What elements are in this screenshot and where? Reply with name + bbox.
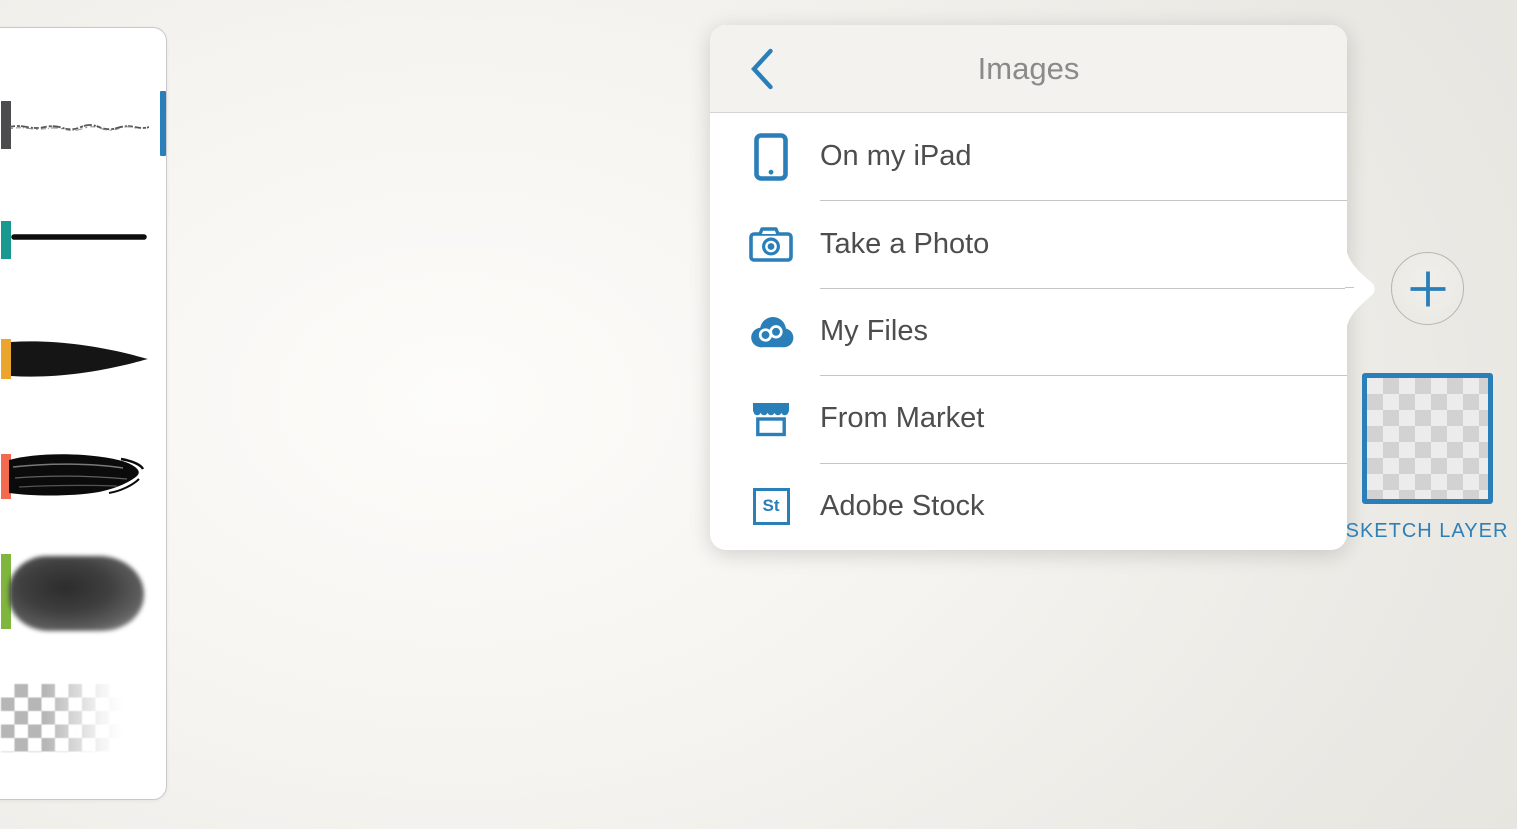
pencil-stroke [9, 121, 149, 133]
sketch-layer-thumbnail[interactable] [1362, 373, 1493, 504]
selected-brush-indicator [160, 91, 166, 156]
brush-item-watercolor[interactable] [0, 533, 166, 678]
plus-icon [1408, 269, 1448, 309]
brush-item-pencil[interactable] [0, 88, 166, 218]
watercolor-stroke [9, 556, 144, 631]
menu-item-label: Adobe Stock [820, 490, 984, 523]
menu-item-label: My Files [820, 315, 928, 348]
menu-item-label: Take a Photo [820, 228, 989, 261]
brush-item-dry-brush[interactable] [0, 438, 166, 548]
popover-arrow [1345, 245, 1379, 333]
sketch-layer-label: SKETCH LAYER [1337, 520, 1517, 543]
marker-stroke [11, 339, 149, 379]
adobe-stock-icon: St [748, 482, 794, 530]
eraser-stroke [1, 684, 126, 752]
menu-item-from-market[interactable]: From Market [710, 375, 1347, 462]
camera-icon [748, 220, 794, 268]
ipad-icon [748, 133, 794, 181]
chevron-left-icon [750, 48, 774, 90]
brush-item-marker[interactable] [0, 323, 166, 438]
brush-color-tab [1, 221, 11, 259]
menu-item-my-files[interactable]: My Files [710, 288, 1347, 375]
menu-item-take-a-photo[interactable]: Take a Photo [710, 200, 1347, 287]
menu-item-adobe-stock[interactable]: St Adobe Stock [710, 463, 1347, 550]
brush-item-ink-pen[interactable] [0, 213, 166, 323]
brush-item-eraser[interactable] [0, 678, 166, 788]
menu-item-on-my-ipad[interactable]: On my iPad [710, 113, 1347, 200]
menu-item-label: From Market [820, 402, 984, 435]
images-popover: Images On my iPad Take a Photo [710, 25, 1347, 550]
creative-cloud-icon [748, 308, 794, 356]
brush-color-tab [1, 339, 11, 379]
image-source-menu: On my iPad Take a Photo [710, 113, 1347, 550]
back-button[interactable] [734, 25, 790, 112]
ink-stroke [11, 233, 147, 241]
brush-panel [0, 27, 167, 800]
popover-title: Images [710, 51, 1347, 87]
add-layer-button[interactable] [1391, 252, 1464, 325]
adobe-stock-icon-text: St [763, 496, 780, 516]
market-icon [748, 395, 794, 443]
menu-item-label: On my iPad [820, 140, 972, 173]
popover-header: Images [710, 25, 1347, 113]
dry-brush-stroke [9, 451, 145, 499]
